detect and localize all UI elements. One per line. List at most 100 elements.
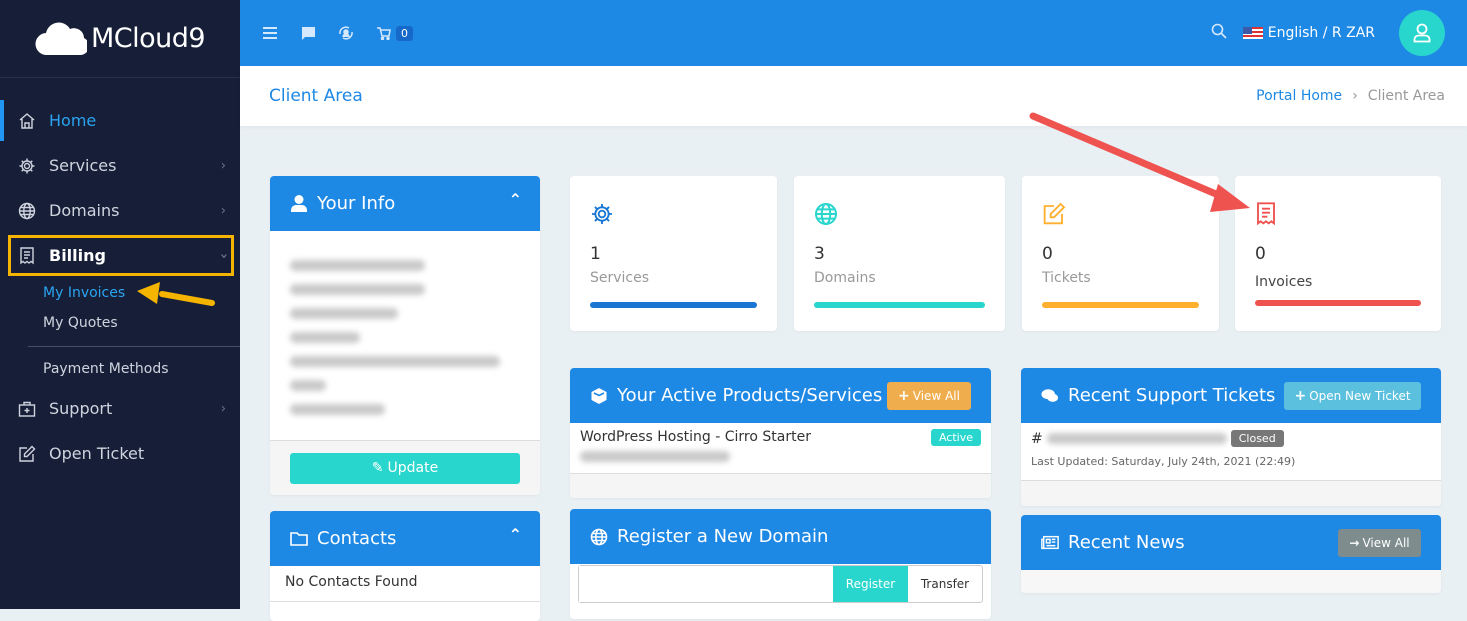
stat-bar (814, 302, 985, 308)
edit-icon (18, 445, 36, 463)
cube-icon (590, 387, 608, 405)
open-new-ticket-button[interactable]: + Open New Ticket (1284, 382, 1421, 410)
collapse-caret-icon[interactable]: ⌃ (509, 190, 522, 209)
register-domain-button[interactable]: Register (833, 566, 908, 602)
stat-card-services[interactable]: 1 Services (570, 176, 777, 331)
sidebar-item-label: Services (49, 156, 117, 175)
breadcrumb-portal-home[interactable]: Portal Home (1256, 88, 1342, 104)
sidebar-item-open-ticket[interactable]: Open Ticket (0, 431, 240, 476)
stat-count: 1 (590, 244, 601, 264)
sidebar-item-label: Home (49, 111, 97, 130)
stat-label: Domains (814, 270, 876, 286)
ticket-list-item[interactable]: # Closed Last Updated: Saturday, July 24… (1021, 423, 1441, 481)
ticket-last-updated: Last Updated: Saturday, July 24th, 2021 … (1031, 455, 1296, 468)
sidebar-item-support[interactable]: Support › (0, 386, 240, 431)
stat-label: Tickets (1042, 270, 1091, 286)
sidebar-item-domains[interactable]: Domains › (0, 188, 240, 233)
panel-footer (1021, 481, 1441, 506)
user-avatar-button[interactable] (1399, 10, 1445, 56)
panel-footer (1021, 570, 1441, 593)
stat-card-tickets[interactable]: 0 Tickets (1022, 176, 1219, 331)
breadcrumb-current: Client Area (1367, 88, 1445, 104)
sidebar-subitem-label: Payment Methods (43, 361, 169, 377)
register-domain-panel: Register a New Domain Register Transfer (570, 509, 991, 619)
collapse-caret-icon[interactable]: ⌃ (509, 525, 522, 544)
breadcrumb-separator-icon: › (1352, 88, 1358, 104)
domain-search-group: Register Transfer (578, 565, 983, 603)
domain-search-input[interactable] (579, 566, 833, 602)
product-name: WordPress Hosting - Cirro Starter (580, 429, 811, 445)
user-sync-icon[interactable] (338, 25, 354, 41)
menu-toggle-icon[interactable] (262, 25, 278, 41)
update-button-label: Update (387, 460, 439, 476)
status-badge: Closed (1230, 430, 1284, 447)
pencil-icon: ✎ (371, 460, 384, 476)
receipt-icon (1257, 202, 1275, 226)
brand-name: MCloud9 (90, 23, 206, 54)
chevron-right-icon: › (220, 158, 226, 173)
recent-tickets-header: Recent Support Tickets + Open New Ticket (1021, 368, 1441, 423)
active-products-header: Your Active Products/Services + View All (570, 368, 991, 423)
breadcrumb: Portal Home › Client Area (1256, 88, 1445, 104)
sidebar-subitem-payment-methods[interactable]: Payment Methods (0, 354, 240, 384)
search-icon[interactable] (1211, 23, 1227, 43)
globe-icon (815, 203, 837, 225)
sidebar-item-label: Support (49, 399, 113, 418)
your-info-footer: ✎ Update (270, 440, 540, 495)
user-icon (1413, 23, 1431, 43)
plus-icon: + (1294, 388, 1307, 404)
panel-title: Your Active Products/Services (617, 385, 883, 406)
comments-icon (1041, 387, 1059, 405)
page-header: Client Area Portal Home › Client Area (240, 66, 1467, 126)
sidebar-subitem-label: My Quotes (43, 315, 118, 331)
chevron-right-icon: › (220, 203, 226, 218)
language-currency-selector[interactable]: English / R ZAR (1242, 25, 1375, 41)
button-label: Open New Ticket (1309, 389, 1411, 403)
contacts-header[interactable]: Contacts ⌃ (270, 511, 540, 566)
gear-icon (18, 157, 36, 175)
us-flag-icon (1242, 27, 1263, 39)
your-info-header[interactable]: Your Info ⌃ (270, 176, 540, 231)
panel-title: Your Info (317, 193, 396, 214)
panel-title: Recent Support Tickets (1068, 385, 1276, 406)
edit-icon (1043, 202, 1066, 225)
button-label: View All (1362, 536, 1410, 550)
stat-label: Services (590, 270, 650, 286)
gear-icon (592, 204, 612, 224)
sidebar-item-home[interactable]: Home (0, 98, 240, 143)
stat-bar (590, 302, 757, 308)
product-list-item[interactable]: WordPress Hosting - Cirro Starter Active (570, 423, 991, 474)
home-icon (18, 112, 36, 130)
globe-icon (18, 202, 36, 220)
chevron-down-icon: › (215, 252, 231, 259)
stat-card-invoices[interactable]: 0 Invoices (1235, 176, 1441, 331)
sidebar-subitem-my-quotes[interactable]: My Quotes (0, 308, 240, 338)
register-domain-header: Register a New Domain (570, 509, 991, 564)
transfer-domain-button[interactable]: Transfer (908, 566, 982, 602)
sidebar-subitem-my-invoices[interactable]: My Invoices (0, 278, 240, 308)
products-view-all-button[interactable]: + View All (887, 382, 971, 410)
update-button[interactable]: ✎ Update (290, 452, 520, 484)
sidebar-item-label: Open Ticket (49, 444, 145, 463)
sidebar-item-billing[interactable]: Billing › (0, 233, 240, 278)
stat-card-domains[interactable]: 3 Domains (794, 176, 1005, 331)
your-info-panel: Your Info ⌃ ✎ Update (270, 176, 540, 495)
chat-icon[interactable] (300, 25, 316, 41)
sidebar: MCloud9 Home Services › Domains › Billin… (0, 0, 240, 609)
arrow-right-icon: → (1349, 536, 1360, 550)
stat-count: 0 (1042, 244, 1053, 264)
cart-count-badge: 0 (396, 25, 413, 41)
news-view-all-button[interactable]: → View All (1338, 529, 1421, 557)
language-label: English / R ZAR (1267, 25, 1375, 41)
stat-bar (1255, 300, 1421, 306)
panel-title: Contacts (317, 528, 397, 549)
cart-icon[interactable] (376, 25, 392, 41)
sidebar-item-services[interactable]: Services › (0, 143, 240, 188)
recent-news-panel: Recent News → View All (1021, 515, 1441, 593)
brand-logo[interactable]: MCloud9 (0, 0, 240, 78)
chevron-right-icon: › (220, 401, 226, 416)
plus-icon: + (898, 388, 910, 404)
active-products-panel: Your Active Products/Services + View All… (570, 368, 991, 498)
stat-count: 0 (1255, 244, 1266, 264)
globe-icon (590, 528, 608, 546)
